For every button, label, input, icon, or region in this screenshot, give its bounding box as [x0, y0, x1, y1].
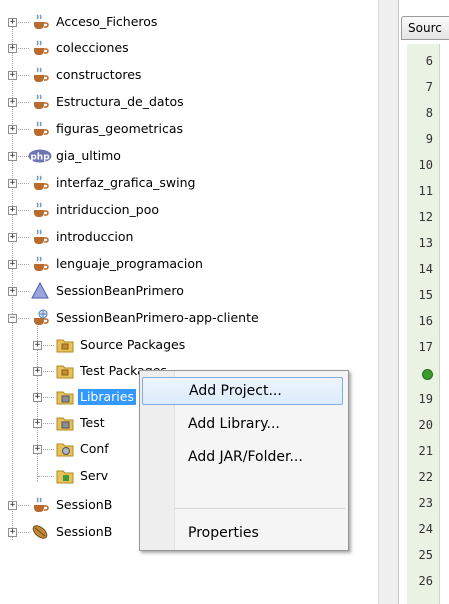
java-cup-icon [34, 229, 49, 244]
expand-toggle[interactable]: + [33, 393, 42, 402]
expand-toggle[interactable]: + [8, 501, 17, 510]
expand-toggle[interactable]: + [33, 445, 42, 454]
line-number: 22 [418, 470, 433, 484]
java-cup-icon [34, 175, 49, 190]
menu-item-add-library[interactable]: Add Library... [142, 410, 343, 438]
line-number: 16 [418, 314, 433, 328]
tree-item-label[interactable]: Serv [78, 468, 110, 484]
ejb-triangle-icon [31, 282, 49, 299]
expand-toggle[interactable]: + [33, 367, 42, 376]
tree-item-label[interactable]: SessionBeanPrimero-app-cliente [54, 310, 261, 326]
package-folder-icon [56, 339, 74, 353]
bean-icon [32, 525, 48, 539]
server-folder-icon [56, 470, 74, 484]
java-app-client-icon [34, 309, 49, 325]
expand-toggle[interactable]: + [33, 341, 42, 350]
tree-item-label[interactable]: SessionBeanPrimero [54, 283, 186, 299]
line-number: 14 [418, 262, 433, 276]
line-number: 25 [418, 548, 433, 562]
tree-item-label[interactable]: constructores [54, 67, 143, 83]
expand-toggle[interactable]: + [8, 179, 17, 188]
tree-item-label[interactable]: Test [78, 415, 107, 431]
line-number: 17 [418, 340, 433, 354]
expand-toggle[interactable]: + [8, 18, 17, 27]
expand-toggle[interactable]: + [8, 125, 17, 134]
tree-item-label[interactable]: figuras_geometricas [54, 121, 185, 137]
tree-item-label-selected[interactable]: Libraries [78, 389, 136, 405]
line-number-gutter: 6 7 8 9 10 11 12 13 14 15 16 17 19 20 21 22 23 24 25 26 [407, 44, 440, 604]
expand-toggle[interactable]: + [8, 233, 17, 242]
java-cup-icon [34, 14, 49, 29]
java-cup-icon [34, 67, 49, 82]
line-number: 13 [418, 236, 433, 250]
tree-item-label[interactable]: intriduccion_poo [54, 202, 161, 218]
library-folder-icon [56, 417, 74, 431]
java-cup-icon [34, 256, 49, 271]
tree-connector [38, 476, 54, 477]
menu-separator [175, 508, 345, 509]
tree-item-label[interactable]: Estructura_de_datos [54, 94, 186, 110]
svg-text:php: php [30, 152, 50, 162]
tree-item-label[interactable]: Source Packages [78, 337, 187, 353]
tree-item-label[interactable]: lenguaje_programacion [54, 256, 205, 272]
expand-toggle[interactable]: + [8, 260, 17, 269]
line-number: 21 [418, 444, 433, 458]
tree-item-label[interactable]: interfaz_grafica_swing [54, 175, 197, 191]
java-cup-icon [34, 94, 49, 109]
expand-toggle[interactable]: + [8, 528, 17, 537]
menu-item-add-project[interactable]: Add Project... [142, 377, 343, 405]
expand-toggle[interactable]: + [8, 98, 17, 107]
expand-toggle[interactable]: + [8, 287, 17, 296]
tab-source[interactable]: Sourc [401, 16, 449, 40]
line-number: 10 [418, 158, 433, 172]
java-cup-icon [34, 202, 49, 217]
expand-toggle[interactable]: + [8, 44, 17, 53]
config-folder-icon [56, 443, 74, 457]
line-number: 9 [425, 132, 433, 146]
implements-marker-icon[interactable] [422, 369, 433, 380]
collapse-toggle[interactable]: − [8, 314, 17, 323]
line-number: 24 [418, 522, 433, 536]
java-cup-icon [34, 121, 49, 136]
line-number: 11 [418, 184, 433, 198]
tree-item-label[interactable]: SessionB [54, 497, 114, 513]
splitter[interactable] [379, 0, 398, 604]
menu-item-properties[interactable]: Properties [142, 519, 343, 547]
line-number: 12 [418, 210, 433, 224]
expand-toggle[interactable]: + [8, 71, 17, 80]
tree-item-label[interactable]: Conf [78, 441, 111, 457]
line-number: 8 [425, 106, 433, 120]
line-number: 23 [418, 496, 433, 510]
tree-item-label[interactable]: colecciones [54, 40, 131, 56]
expand-toggle[interactable]: + [8, 152, 17, 161]
java-cup-icon [34, 497, 49, 512]
line-number: 15 [418, 288, 433, 302]
java-cup-icon [34, 40, 49, 55]
tree-item-label[interactable]: introduccion [54, 229, 135, 245]
tree-item-label[interactable]: Acceso_Ficheros [54, 14, 159, 30]
package-folder-icon [56, 365, 74, 379]
line-number: 6 [425, 54, 433, 68]
line-number: 26 [418, 574, 433, 588]
line-number: 7 [425, 80, 433, 94]
library-folder-icon [56, 391, 74, 405]
tree-item-label[interactable]: gia_ultimo [54, 148, 123, 164]
menu-item-add-jar-folder[interactable]: Add JAR/Folder... [142, 443, 343, 471]
tree-item-label[interactable]: SessionB [54, 524, 114, 540]
expand-toggle[interactable]: + [8, 206, 17, 215]
line-number: 19 [418, 392, 433, 406]
expand-toggle[interactable]: + [33, 419, 42, 428]
php-icon: php [28, 149, 52, 163]
line-number: 20 [418, 418, 433, 432]
